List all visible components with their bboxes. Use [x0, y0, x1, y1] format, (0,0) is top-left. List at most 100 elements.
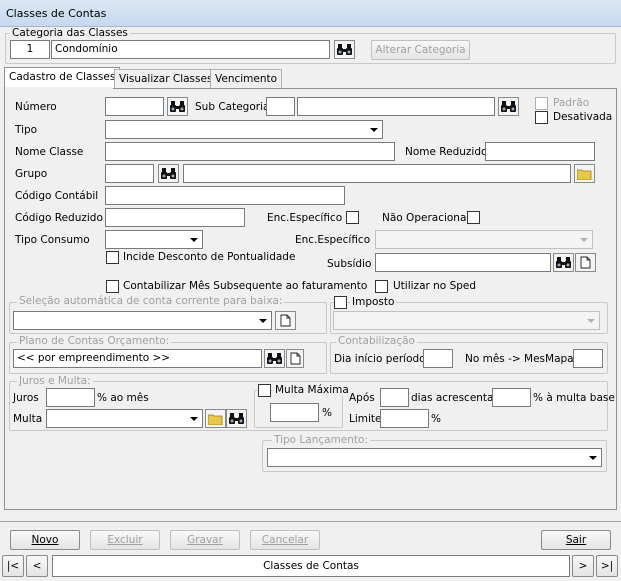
desativada-checkbox[interactable] [535, 111, 548, 124]
subcategoria-label: Sub Categoria [195, 101, 270, 113]
multa-search-icon[interactable] [226, 409, 247, 428]
subsidio-search-icon[interactable] [553, 253, 574, 272]
juros-field[interactable] [46, 388, 95, 407]
sair-button[interactable]: Sair [541, 530, 611, 550]
nao-operacional-checkbox[interactable] [467, 211, 480, 224]
folder-icon[interactable] [205, 409, 226, 428]
novo-button[interactable]: Novo [10, 530, 80, 550]
selecao-select[interactable] [13, 311, 272, 330]
chevron-down-icon [255, 312, 271, 329]
tab-cadastro-de-classes[interactable]: Cadastro de Classes [4, 67, 121, 89]
chevron-down-icon [576, 231, 592, 248]
plano-legend: Plano de Contas Orçamento: [17, 335, 172, 347]
cancelar-button[interactable]: Cancelar [250, 530, 320, 550]
enc-especifico-select[interactable] [375, 230, 593, 249]
utilizar-sped-label: Utilizar no Sped [393, 280, 477, 292]
subcategoria-search-icon[interactable] [498, 97, 519, 116]
alterar-categoria-button[interactable]: Alterar Categoria [371, 40, 470, 60]
nome-classe-field[interactable] [105, 142, 395, 161]
juros-legend: Juros e Multa: [17, 375, 93, 387]
limite-label: Limite [349, 413, 382, 425]
categoria-name-field[interactable]: Condomínio [51, 40, 330, 59]
incide-desconto-label: Incide Desconto de Pontualidade [123, 251, 296, 263]
grupo-search-icon[interactable] [158, 164, 179, 183]
enc-especifico-label: Enc.Específico [267, 212, 343, 224]
grupo-label: Grupo [15, 168, 48, 180]
numero-field[interactable] [105, 97, 164, 116]
grupo-name-field[interactable] [183, 164, 571, 183]
dia-inicio-field[interactable] [423, 349, 453, 368]
incide-desconto-checkbox[interactable] [106, 251, 119, 264]
subcategoria-code-field[interactable] [266, 97, 295, 116]
tipo-consumo-select[interactable] [105, 230, 203, 249]
chevron-down-icon [583, 312, 599, 329]
multa-base-label: % à multa base [533, 392, 615, 404]
subsidio-field[interactable] [375, 253, 551, 272]
tab-vencimento[interactable]: Vencimento [210, 69, 283, 89]
nav-last-button[interactable]: >| [596, 555, 618, 577]
padrao-label: Padrão [553, 97, 590, 109]
nome-reduzido-label: Nome Reduzido [405, 146, 488, 158]
multa-label: Multa [13, 413, 43, 425]
imposto-checkbox[interactable] [334, 296, 347, 309]
subcategoria-name-field[interactable] [297, 97, 495, 116]
tipo-lancamento-select[interactable] [267, 448, 602, 467]
document-icon[interactable] [575, 253, 596, 272]
nome-classe-label: Nome Classe [15, 146, 84, 158]
document-icon[interactable] [275, 311, 296, 330]
nav-next-button[interactable]: > [572, 555, 594, 577]
codigo-contabil-field[interactable] [105, 186, 345, 205]
excluir-button[interactable]: Excluir [90, 530, 160, 550]
divider [0, 521, 621, 522]
juros-label: Juros [13, 392, 39, 404]
cancelar-button-label: Cancelar [261, 534, 309, 546]
utilizar-sped-checkbox[interactable] [375, 280, 388, 293]
codigo-reduzido-field[interactable] [105, 208, 245, 227]
multa-maxima-pct-label: % [322, 407, 332, 419]
apos-label: Após [349, 392, 375, 404]
limite-field[interactable] [380, 409, 429, 428]
nao-operacional-label: Não Operacional [382, 212, 470, 224]
codigo-contabil-label: Código Contábil [15, 190, 99, 202]
apos-dias-field[interactable] [380, 388, 409, 407]
contabilizacao-legend: Contabilização [336, 335, 417, 347]
document-icon[interactable] [286, 349, 304, 368]
tab-visualizar-classes[interactable]: Visualizar Classes [114, 69, 218, 89]
tipo-select[interactable] [105, 120, 383, 139]
nome-reduzido-field[interactable] [485, 142, 595, 161]
enc-especifico-checkbox[interactable] [346, 211, 359, 224]
categoria-legend: Categoria das Classes [10, 27, 130, 39]
acrescentar-field[interactable] [492, 388, 531, 407]
ao-mes-label: % ao mês [97, 392, 149, 404]
numero-label: Número [15, 101, 57, 113]
codigo-reduzido-label: Código Reduzido [15, 212, 103, 224]
plano-search-icon[interactable] [264, 349, 285, 368]
binoculars-search-icon[interactable] [334, 40, 355, 59]
nav-caption: Classes de Contas [52, 555, 570, 577]
multa-maxima-field[interactable] [270, 403, 319, 422]
nav-prev-button[interactable]: < [26, 555, 48, 577]
sair-button-label: Sair [565, 534, 587, 546]
limite-pct-label: % [431, 413, 441, 425]
nav-first-button[interactable]: |< [2, 555, 24, 577]
imposto-label: Imposto [350, 296, 397, 308]
grupo-code-field[interactable] [105, 164, 154, 183]
tipo-consumo-label: Tipo Consumo [15, 234, 90, 246]
gravar-button[interactable]: Gravar [170, 530, 240, 550]
padrao-checkbox[interactable] [535, 97, 548, 110]
gravar-button-label: Gravar [187, 534, 223, 546]
folder-icon[interactable] [574, 164, 595, 183]
chevron-down-icon [585, 449, 601, 466]
numero-search-icon[interactable] [167, 97, 188, 116]
categoria-code-field[interactable]: 1 [10, 40, 50, 59]
novo-button-label: Novo [31, 534, 59, 546]
imposto-select[interactable] [333, 311, 600, 330]
plano-field[interactable]: << por empreendimento >> [13, 349, 262, 368]
multa-select[interactable] [46, 409, 203, 428]
chevron-down-icon [186, 410, 202, 427]
contabilizar-checkbox[interactable] [106, 280, 119, 293]
mes-mapa-field[interactable] [573, 349, 603, 368]
multa-maxima-label: Multa Máxima [273, 384, 351, 396]
tipo-label: Tipo [15, 124, 38, 136]
multa-maxima-checkbox[interactable] [258, 384, 271, 397]
